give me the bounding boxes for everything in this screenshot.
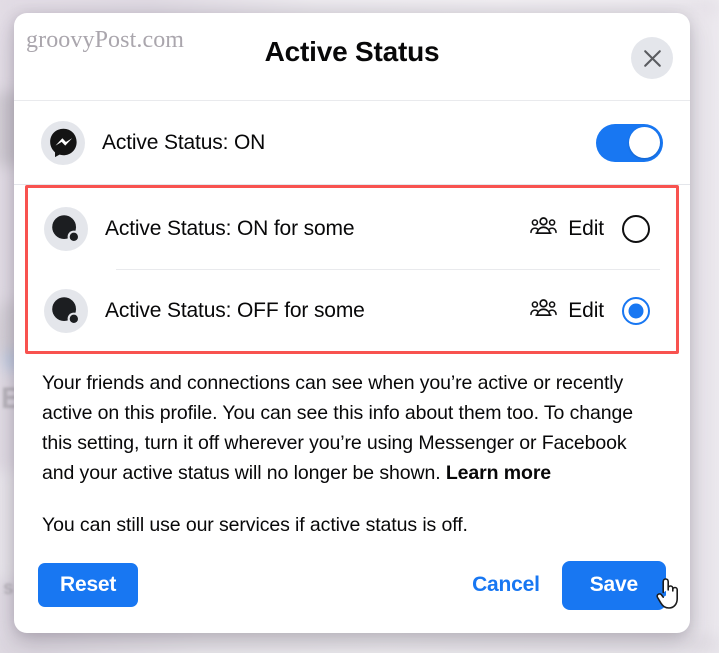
description-paragraph-one: Your friends and connections can see whe… bbox=[42, 368, 662, 488]
close-button[interactable] bbox=[631, 37, 673, 79]
description-paragraph-two: You can still use our services if active… bbox=[42, 514, 468, 536]
dialog-header: groovyPost.com Active Status bbox=[14, 13, 690, 101]
radio-active-status-off-for-some[interactable] bbox=[622, 296, 650, 325]
row-active-status-off-for-some[interactable]: Active Status: OFF for some Edit bbox=[28, 270, 676, 351]
page-title: Active Status bbox=[264, 36, 440, 67]
radio-active-status-on-for-some[interactable] bbox=[622, 214, 650, 243]
save-button[interactable]: Save bbox=[561, 560, 666, 610]
backdrop-ghost-letter-s: s bbox=[3, 578, 14, 599]
backdrop-shape-right bbox=[690, 0, 719, 653]
row-active-status-on-for-some[interactable]: Active Status: ON for some Edit bbox=[28, 188, 676, 269]
messenger-logo-icon bbox=[41, 120, 85, 165]
row-active-status-on[interactable]: Active Status: ON bbox=[14, 101, 690, 184]
edit-audience-button[interactable]: Edit bbox=[530, 298, 604, 323]
partial-audience-icon bbox=[44, 288, 88, 333]
row-label: Active Status: ON for some bbox=[105, 216, 355, 240]
edit-label: Edit bbox=[568, 216, 604, 240]
active-status-dialog: groovyPost.com Active Status Active Stat… bbox=[14, 13, 690, 633]
partial-audience-icon bbox=[44, 206, 88, 251]
edit-audience-button[interactable]: Edit bbox=[530, 216, 604, 241]
backdrop-shape-top bbox=[0, 0, 719, 14]
description-text: Your friends and connections can see whe… bbox=[14, 354, 690, 540]
backdrop-shape-bottom bbox=[0, 636, 719, 653]
learn-more-link[interactable]: Learn more bbox=[446, 462, 551, 484]
edit-label: Edit bbox=[568, 298, 604, 322]
highlighted-options-group: Active Status: ON for some Edit Active S… bbox=[25, 185, 679, 354]
close-x-icon bbox=[642, 48, 663, 69]
row-label: Active Status: OFF for some bbox=[105, 298, 365, 322]
active-status-toggle[interactable] bbox=[596, 123, 663, 162]
people-group-icon bbox=[530, 298, 558, 323]
toggle-knob bbox=[628, 127, 660, 158]
reset-button[interactable]: Reset bbox=[38, 563, 139, 607]
cancel-button[interactable]: Cancel bbox=[458, 563, 554, 607]
dialog-footer: Reset Cancel Save bbox=[14, 537, 690, 633]
people-group-icon bbox=[530, 216, 558, 241]
row-label: Active Status: ON bbox=[102, 130, 266, 154]
